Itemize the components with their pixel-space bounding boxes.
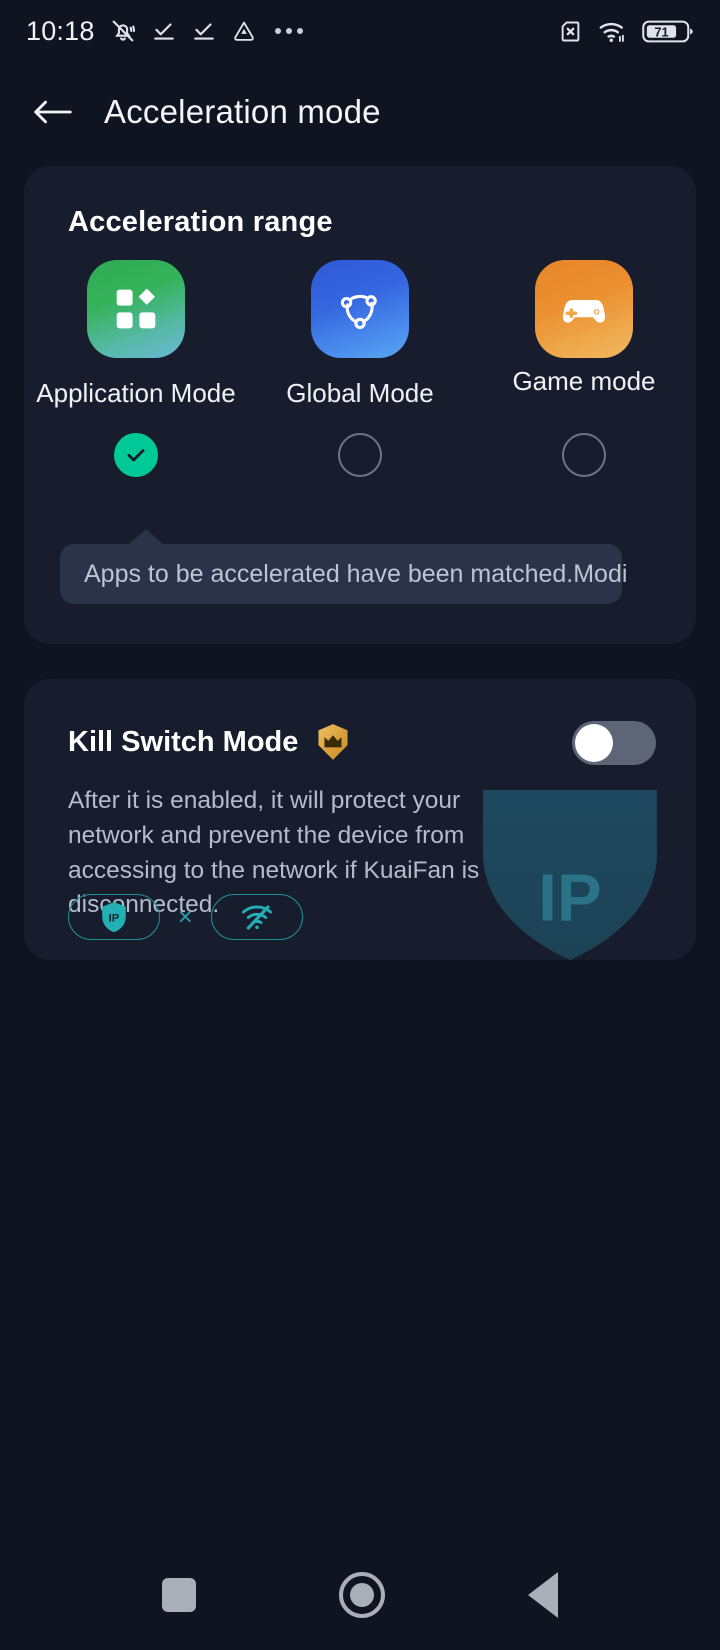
phone-screen: 10:18 71 Acceleration mode Acceleration … — [0, 0, 720, 1650]
mode-label-game: Game mode — [512, 366, 656, 396]
home-circle-icon[interactable] — [338, 1572, 385, 1618]
matched-apps-tooltip[interactable]: Apps to be accelerated have been matched… — [60, 529, 627, 604]
application-mode-tile[interactable] — [87, 260, 185, 358]
kill-switch-toggle[interactable] — [572, 721, 656, 765]
mode-label-global: Global Mode — [286, 378, 434, 408]
pill-separator: × — [178, 902, 193, 931]
back-button[interactable] — [30, 89, 76, 135]
kill-switch-pills: IP × — [68, 894, 303, 940]
acceleration-range-card: Acceleration range Application Mode Glob… — [24, 166, 696, 644]
status-bar: 10:18 71 — [0, 0, 720, 62]
svg-text:IP: IP — [109, 912, 120, 924]
acceleration-range-title: Acceleration range — [68, 206, 333, 238]
ip-shield-pill[interactable]: IP — [68, 894, 160, 940]
mode-label-application: Application Mode — [36, 378, 236, 408]
kill-switch-title: Kill Switch Mode — [68, 725, 299, 758]
mode-radio-global[interactable] — [338, 433, 382, 477]
gamepad-icon — [562, 300, 606, 323]
mode-radio-game[interactable] — [562, 433, 606, 477]
status-bar-right: 71 — [557, 18, 694, 45]
bell-muted-icon — [109, 17, 137, 45]
wifi-icon — [598, 18, 628, 45]
system-nav-bar — [0, 1540, 720, 1650]
global-mode-tile[interactable] — [311, 260, 409, 358]
mode-option-global[interactable]: Global Mode — [260, 260, 460, 477]
wifi-off-icon — [241, 905, 272, 930]
check-underline-icon — [151, 18, 177, 44]
check-underline-icon — [191, 18, 217, 44]
battery-level-text: 71 — [654, 24, 668, 39]
kill-switch-card: IP Kill Switch Mode After it is enabled,… — [24, 679, 696, 960]
toggle-knob — [575, 724, 613, 762]
mode-option-game[interactable]: Game mode — [484, 260, 684, 477]
recents-square-icon[interactable] — [161, 1578, 196, 1612]
game-mode-tile[interactable] — [535, 260, 633, 358]
page-title: Acceleration mode — [104, 93, 381, 130]
check-icon — [127, 449, 145, 462]
crown-badge-icon — [318, 724, 348, 760]
kill-switch-header: Kill Switch Mode — [68, 723, 350, 761]
ip-shield-icon: IP — [102, 902, 126, 933]
arrow-left-icon — [34, 100, 72, 124]
sim-card-off-icon — [557, 18, 584, 45]
mode-radio-application[interactable] — [114, 433, 158, 477]
app-bar: Acceleration mode — [0, 62, 720, 162]
back-triangle-icon[interactable] — [528, 1572, 559, 1618]
triangle-drive-icon — [231, 18, 257, 44]
mode-selector: Application Mode Global Mode Game mode — [24, 260, 696, 477]
wifi-off-pill[interactable] — [210, 894, 303, 940]
tooltip-arrow — [128, 529, 164, 545]
tooltip-text: Apps to be accelerated have been matched… — [84, 559, 628, 588]
status-time: 10:18 — [26, 15, 95, 46]
battery-icon: 71 — [642, 18, 694, 45]
more-dots-icon — [274, 28, 303, 34]
apps-grid-icon — [116, 288, 156, 329]
mode-option-application[interactable]: Application Mode — [36, 260, 236, 477]
status-bar-left: 10:18 — [26, 16, 303, 47]
network-nodes-icon — [340, 294, 377, 330]
